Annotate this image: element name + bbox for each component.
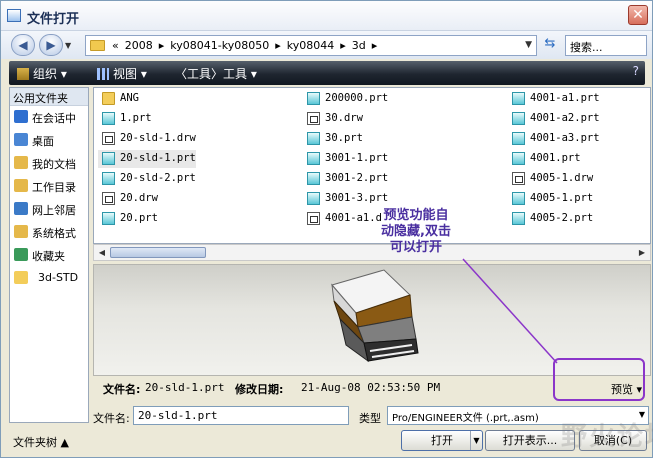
annotation-highlight-box [553,358,645,401]
annotation-text: 预览功能自 动隐藏,双击 可以打开 [361,208,471,256]
annotation-line: 预览功能自 [383,208,449,223]
annotation-line: 可以打开 [389,240,442,255]
file-open-dialog: 文件打开 ✕ ◀ ▶ ▼ « 2008 ▸ ky08041-ky08050 ▸ … [0,0,653,458]
annotation-line: 动隐藏,双击 [381,224,451,239]
watermark-logo: 野火论坛 [561,422,653,452]
